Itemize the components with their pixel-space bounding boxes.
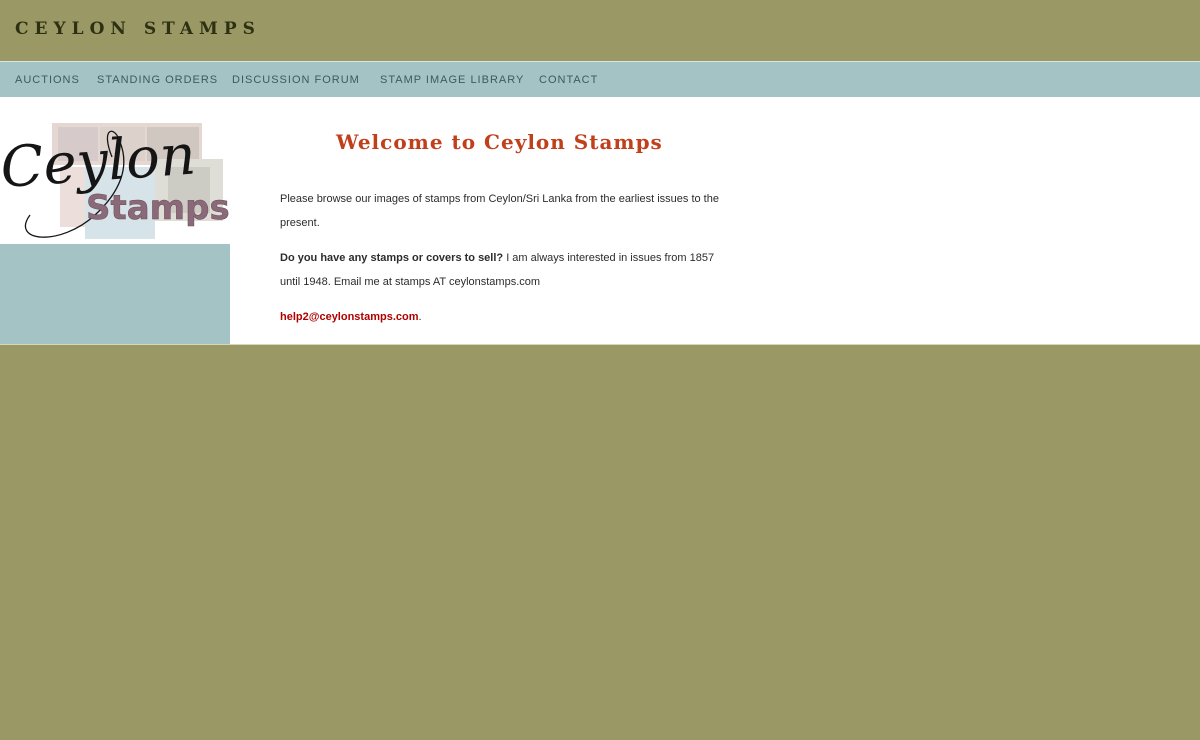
site-logo[interactable]: Ceylon Stamps xyxy=(0,97,230,244)
nav-standing-orders[interactable]: STANDING ORDERS xyxy=(97,74,218,86)
contact-line: help2@ceylonstamps.com. xyxy=(280,305,730,329)
nav-auctions[interactable]: AUCTIONS xyxy=(15,74,80,86)
content-bottom-border xyxy=(0,344,1200,345)
nav-contact[interactable]: CONTACT xyxy=(539,74,598,86)
site-title: CEYLON STAMPS xyxy=(15,19,261,39)
email-suffix: . xyxy=(418,311,422,323)
logo-word: Stamps xyxy=(86,188,230,228)
logo-graphic: Ceylon Stamps xyxy=(0,122,230,239)
nav-stamp-image-library[interactable]: STAMP IMAGE LIBRARY xyxy=(380,74,524,86)
email-link[interactable]: help2@ceylonstamps.com xyxy=(280,311,419,323)
page-heading: Welcome to Ceylon Stamps xyxy=(336,130,663,154)
nav-discussion-forum[interactable]: DISCUSSION FORUM xyxy=(232,74,360,86)
site-header: CEYLON STAMPS xyxy=(0,0,1200,60)
content-area: Ceylon Stamps Welcome to Ceylon Stamps P… xyxy=(0,97,1200,344)
sell-paragraph: Do you have any stamps or covers to sell… xyxy=(280,246,730,294)
sidebar-panel xyxy=(0,244,230,344)
main-nav: AUCTIONS STANDING ORDERS DISCUSSION FORU… xyxy=(0,61,1200,97)
intro-text: Please browse our images of stamps from … xyxy=(280,193,719,229)
sell-question: Do you have any stamps or covers to sell… xyxy=(280,252,504,264)
